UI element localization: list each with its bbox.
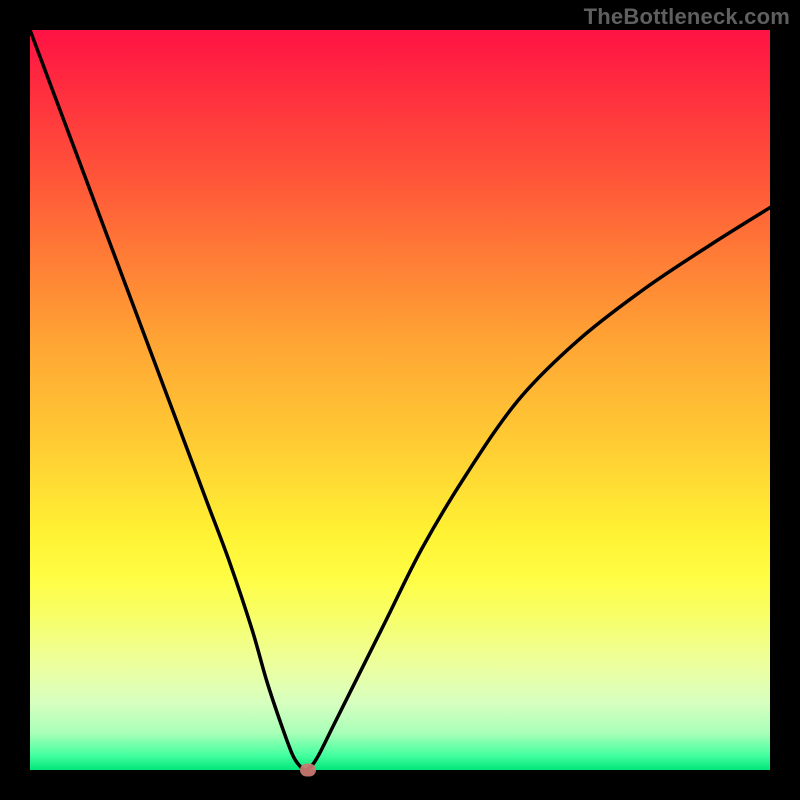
bottleneck-curve (30, 30, 770, 770)
chart-frame: TheBottleneck.com (0, 0, 800, 800)
watermark-text: TheBottleneck.com (584, 4, 790, 30)
plot-area (30, 30, 770, 770)
optimal-point-marker (300, 764, 316, 777)
